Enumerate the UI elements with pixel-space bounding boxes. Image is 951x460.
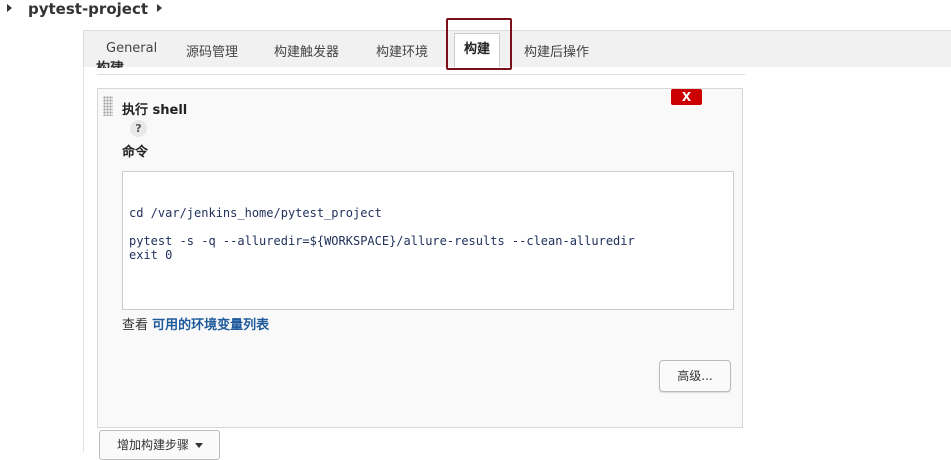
- tab-general[interactable]: General: [106, 41, 157, 56]
- command-editor[interactable]: cd /var/jenkins_home/pytest_project pyte…: [122, 171, 734, 310]
- section-title: 构建: [96, 58, 124, 68]
- content-divider: [83, 67, 84, 452]
- active-tab-highlight: [446, 18, 512, 70]
- dropdown-caret-icon: [195, 443, 204, 448]
- command-line: pytest -s -q --alluredir=${WORKSPACE}/al…: [129, 234, 635, 248]
- tab-post-build-actions[interactable]: 构建后操作: [524, 41, 589, 60]
- tab-source-management[interactable]: 源码管理: [186, 41, 238, 60]
- help-icon[interactable]: ?: [130, 120, 147, 137]
- command-line: exit 0: [129, 248, 173, 262]
- env-vars-link[interactable]: 可用的环境变量列表: [152, 318, 269, 333]
- section-divider: [97, 74, 745, 75]
- command-label: 命令: [122, 145, 149, 160]
- breadcrumb-arrow-icon[interactable]: [157, 4, 162, 12]
- add-build-step-label: 增加构建步骤: [117, 438, 190, 452]
- tab-build-environment[interactable]: 构建环境: [376, 41, 428, 60]
- command-line: cd /var/jenkins_home/pytest_project: [129, 206, 382, 220]
- build-step-title: 执行 shell: [122, 103, 188, 118]
- env-vars-prefix: 查看: [122, 318, 153, 333]
- advanced-button[interactable]: 高级...: [659, 360, 731, 392]
- add-build-step-button[interactable]: 增加构建步骤: [99, 430, 220, 460]
- env-vars-hint: 查看 可用的环境变量列表: [122, 314, 269, 333]
- breadcrumb-arrow-icon[interactable]: [7, 4, 12, 12]
- delete-step-button[interactable]: X: [671, 89, 702, 105]
- tab-build-triggers[interactable]: 构建触发器: [274, 41, 339, 60]
- drag-handle-icon[interactable]: [103, 96, 113, 116]
- config-tab-bar: General 源码管理 构建触发器 构建环境 构建 构建后操作: [83, 30, 951, 67]
- breadcrumb-project-link[interactable]: pytest-project: [28, 0, 148, 18]
